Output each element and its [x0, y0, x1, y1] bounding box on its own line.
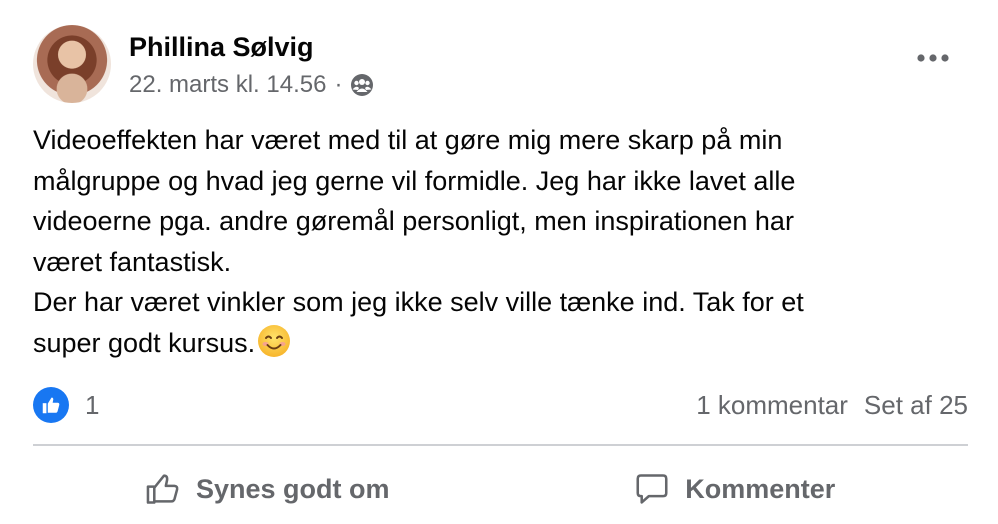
like-button-label: Synes godt om: [195, 473, 390, 504]
smiling-face-icon: [258, 324, 291, 357]
like-button[interactable]: Synes godt om: [33, 460, 501, 518]
post-timestamp[interactable]: 22. marts kl. 14.56: [129, 69, 326, 101]
post-stats: 1 1 kommentar Set af 25: [33, 385, 968, 425]
action-bar: Synes godt om Kommenter: [33, 460, 968, 518]
author-name[interactable]: Phillina Sølvig: [129, 29, 374, 65]
view-count[interactable]: Set af 25: [864, 390, 968, 421]
like-count[interactable]: 1: [85, 390, 99, 421]
comment-count[interactable]: 1 kommentar: [696, 390, 848, 421]
comment-icon: [636, 474, 668, 504]
author-avatar[interactable]: [33, 25, 111, 103]
post-subline: 22. marts kl. 14.56 ·: [129, 69, 374, 101]
post-text: Videoeffekten har været med til at gøre …: [33, 125, 804, 358]
post-card: Phillina Sølvig 22. marts kl. 14.56 · Vi…: [0, 0, 998, 524]
post-body: Videoeffekten har været med til at gøre …: [33, 120, 953, 363]
comment-button-label: Kommenter: [685, 473, 836, 504]
post-header: Phillina Sølvig 22. marts kl. 14.56 ·: [33, 25, 374, 103]
thumbs-up-outline-icon: [146, 474, 179, 504]
comment-button[interactable]: Kommenter: [501, 460, 969, 518]
friends-icon[interactable]: [350, 73, 374, 97]
separator-dot: ·: [334, 71, 343, 98]
post-meta: Phillina Sølvig 22. marts kl. 14.56 ·: [129, 25, 374, 101]
stats-right: 1 kommentar Set af 25: [696, 390, 968, 421]
divider: [33, 444, 968, 446]
thumbs-up-icon: [42, 397, 60, 414]
like-reaction-icon[interactable]: [33, 387, 69, 423]
more-horizontal-icon[interactable]: [916, 46, 950, 70]
